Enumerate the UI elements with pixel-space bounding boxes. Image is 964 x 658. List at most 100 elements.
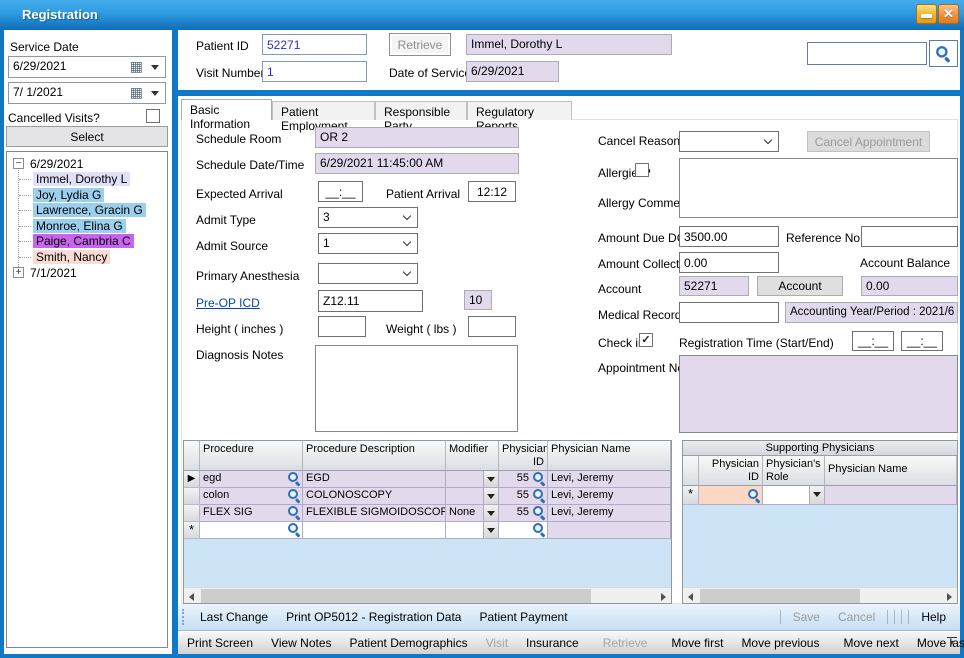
last-change-button[interactable]: Last Change (191, 610, 277, 624)
procedure-column-header[interactable]: Procedure (200, 441, 303, 471)
patient-id-input[interactable] (262, 34, 367, 55)
patient-payment-button[interactable]: Patient Payment (470, 610, 576, 624)
lookup-icon[interactable] (287, 505, 301, 519)
supporting-scrollbar[interactable] (683, 587, 957, 603)
select-button[interactable]: Select (6, 126, 168, 147)
cancel-reason-select[interactable] (679, 131, 779, 152)
tab-regulatory-reports[interactable]: Regulatory Reports (467, 101, 572, 120)
diagnosis-notes-textarea[interactable] (315, 345, 518, 432)
modifier-cell[interactable]: None (446, 505, 499, 522)
dropdown-button-icon[interactable] (483, 522, 498, 538)
patient-demographics-button[interactable]: Patient Demographics (341, 636, 477, 650)
lookup-icon[interactable] (287, 522, 301, 536)
physician-name-cell[interactable]: Levi, Jeremy (548, 488, 671, 505)
expand-icon[interactable]: + (13, 267, 24, 278)
supporting-physician-name-cell[interactable] (825, 486, 957, 505)
medical-record-input[interactable] (679, 302, 779, 323)
dropdown-button-icon[interactable] (809, 486, 824, 504)
amount-collected-dos-input[interactable] (679, 252, 779, 273)
admit-source-select[interactable]: 1 (318, 233, 418, 254)
tree-patient-paige[interactable]: Paige, Cambria C (33, 234, 134, 248)
procedure-cell[interactable]: colon (200, 488, 303, 505)
minimize-button[interactable] (916, 4, 937, 24)
procedure-cell[interactable] (200, 522, 303, 539)
move-first-button[interactable]: Move first (662, 636, 732, 650)
tree-patient-joy[interactable]: Joy, Lydia G (33, 188, 104, 202)
amount-due-dos-input[interactable] (679, 226, 779, 247)
lookup-icon[interactable] (532, 522, 546, 536)
save-button[interactable]: Save (784, 610, 829, 624)
supporting-role-header[interactable]: Physician's Role (763, 456, 825, 486)
dropdown-button-icon[interactable] (483, 505, 498, 521)
cancelled-visits-checkbox[interactable] (146, 109, 160, 123)
description-cell[interactable] (303, 522, 446, 539)
scroll-right-icon[interactable] (941, 588, 957, 604)
scrollbar-thumb[interactable] (700, 589, 860, 603)
patient-search-input[interactable] (807, 42, 927, 65)
lookup-icon[interactable] (287, 471, 301, 485)
collapse-icon[interactable]: − (13, 158, 24, 169)
supporting-role-cell[interactable] (763, 486, 825, 505)
expected-arrival-input[interactable] (318, 181, 363, 202)
dropdown-button-icon[interactable] (483, 471, 498, 487)
visit-number-input[interactable] (262, 61, 367, 82)
cancel-button[interactable]: Cancel (829, 610, 884, 624)
description-cell[interactable]: EGD (303, 471, 446, 488)
procedures-scrollbar[interactable] (184, 587, 671, 603)
modifier-cell[interactable] (446, 471, 499, 488)
move-next-button[interactable]: Move next (834, 636, 907, 650)
supporting-physician-name-header[interactable]: Physician Name (825, 456, 957, 486)
row-selector-cell[interactable] (184, 488, 200, 505)
reference-no-input[interactable] (861, 226, 958, 247)
physician-name-cell[interactable] (548, 522, 671, 539)
procedure-cell[interactable]: FLEX SIG (200, 505, 303, 522)
checkin-checkbox[interactable]: ✓ (639, 333, 653, 347)
modifier-column-header[interactable]: Modifier (446, 441, 499, 471)
scroll-left-icon[interactable] (184, 588, 200, 604)
supporting-physician-id-header[interactable]: Physician ID (699, 456, 763, 486)
registration-start-input[interactable] (852, 331, 894, 351)
description-column-header[interactable]: Procedure Description (303, 441, 446, 471)
patient-arrival-input[interactable] (468, 181, 516, 202)
service-date-from-picker[interactable]: 6/29/2021 ▦ (8, 56, 166, 78)
scroll-left-icon[interactable] (683, 588, 699, 604)
physician-name-cell[interactable]: Levi, Jeremy (548, 471, 671, 488)
registration-end-input[interactable] (901, 331, 943, 351)
tab-responsible-party[interactable]: Responsible Party (375, 101, 467, 120)
tree-patient-monroe[interactable]: Monroe, Elina G (33, 219, 126, 233)
help-button[interactable]: Help (912, 610, 960, 624)
service-date-to-picker[interactable]: 7/ 1/2021 ▦ (8, 82, 166, 104)
description-cell[interactable]: FLEXIBLE SIGMOIDOSCOPY (303, 505, 446, 522)
tree-patient-smith[interactable]: Smith, Nancy (33, 250, 110, 264)
print-op5012-button[interactable]: Print OP5012 - Registration Data (277, 610, 470, 624)
patient-search-button[interactable] (929, 40, 958, 67)
tree-date-label[interactable]: 6/29/2021 (30, 157, 83, 171)
physician-name-column-header[interactable]: Physician Name (548, 441, 671, 471)
supporting-physician-id-cell[interactable] (699, 486, 763, 505)
modifier-cell[interactable] (446, 522, 499, 539)
modifier-cell[interactable] (446, 488, 499, 505)
weight-input[interactable] (468, 316, 516, 337)
cancel-appointment-button[interactable]: Cancel Appointment (807, 131, 930, 152)
move-previous-button[interactable]: Move previous (732, 636, 828, 650)
allergy-comment-textarea[interactable] (679, 158, 958, 218)
print-screen-button[interactable]: Print Screen (178, 636, 262, 650)
lookup-icon[interactable] (532, 471, 546, 485)
tab-basic-information[interactable]: Basic Information (181, 99, 272, 120)
procedure-cell[interactable]: egd (200, 471, 303, 488)
tab-patient-employment[interactable]: Patient Employment (272, 101, 375, 120)
tree-date-label[interactable]: 7/1/2021 (30, 266, 77, 280)
scrollbar-thumb[interactable] (201, 589, 591, 603)
close-button[interactable]: ✕ (938, 4, 959, 24)
admit-type-select[interactable]: 3 (318, 207, 418, 228)
insurance-button[interactable]: Insurance (517, 636, 588, 650)
lookup-icon[interactable] (747, 488, 761, 502)
retrieve-button[interactable]: Retrieve (389, 33, 451, 56)
physician-id-cell[interactable] (499, 522, 548, 539)
visit-button[interactable]: Visit (477, 636, 517, 650)
description-cell[interactable]: COLONOSCOPY (303, 488, 446, 505)
physician-id-column-header[interactable]: Physician ID (499, 441, 548, 471)
lookup-icon[interactable] (287, 488, 301, 502)
account-button[interactable]: Account (757, 276, 843, 296)
preop-icd-input[interactable] (318, 290, 423, 312)
